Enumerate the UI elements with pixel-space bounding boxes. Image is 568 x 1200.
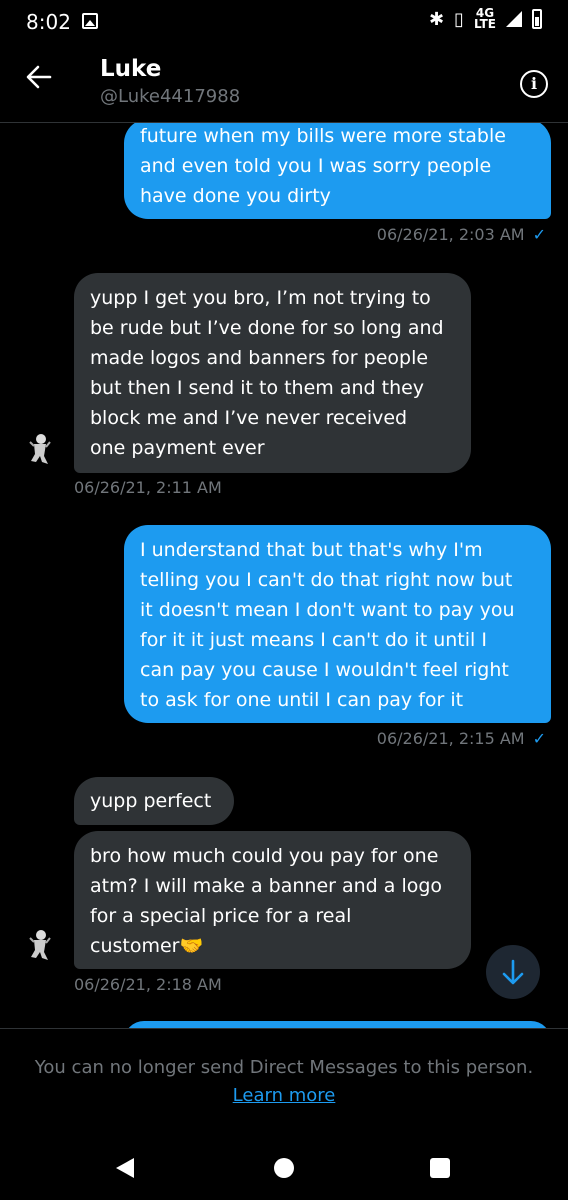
message-line: it doesn't mean I don't want to pay you [140, 599, 515, 621]
avatar[interactable] [20, 428, 60, 468]
system-icons: ✱ ▯ 4G LTE [428, 7, 542, 31]
dm-disabled-footer: You can no longer send Direct Messages t… [0, 1028, 568, 1129]
message-bubble-incoming[interactable]: yupp perfect [74, 777, 234, 825]
message-line: yupp I get you bro, I’m not trying to [90, 287, 431, 309]
message-line: and even told you I was sorry people [140, 155, 492, 177]
back-arrow-icon[interactable] [26, 64, 52, 90]
message-line: can pay you cause I wouldn't feel right [140, 659, 509, 681]
message-line: for a special price for a real [90, 905, 352, 927]
message-timestamp: 06/26/21, 2:03 AM ✓ [377, 225, 546, 244]
gallery-notification-icon [82, 13, 98, 29]
contact-handle[interactable]: @Luke4417988 [100, 86, 240, 107]
message-timestamp: 06/26/21, 2:11 AM [74, 478, 222, 497]
read-check-icon: ✓ [532, 729, 546, 748]
nav-recents-icon[interactable] [430, 1158, 450, 1178]
message-thread[interactable]: future when my bills were more stable an… [0, 123, 568, 1028]
message-line: telling you I can't do that right now bu… [140, 569, 513, 591]
message-line: I understand that but that's why I'm [140, 539, 483, 561]
message-line: bro how much could you pay for one [90, 845, 439, 867]
battery-icon [532, 9, 542, 29]
timestamp-text: 06/26/21, 2:03 AM [376, 225, 525, 244]
learn-more-link[interactable]: Learn more [0, 1085, 568, 1106]
contact-name[interactable]: Luke [100, 56, 161, 82]
message-line: future when my bills were more stable [140, 125, 506, 147]
message-line: but then I send it to them and they [90, 377, 425, 399]
message-bubble-outgoing[interactable]: future when my bills were more stable an… [124, 123, 551, 219]
message-line: atm? I will make a banner and a logo [90, 875, 443, 897]
message-timestamp: 06/26/21, 2:15 AM ✓ [377, 729, 546, 748]
nav-home-icon[interactable] [274, 1158, 294, 1178]
message-timestamp: 06/26/21, 2:18 AM [74, 975, 222, 994]
timestamp-text: 06/26/21, 2:15 AM [376, 729, 525, 748]
message-line: have done you dirty [140, 185, 331, 207]
nav-back-icon[interactable] [116, 1158, 134, 1178]
network-type: 4G LTE [473, 7, 496, 31]
message-bubble-outgoing-partial[interactable] [124, 1021, 551, 1028]
status-bar: 8:02 ✱ ▯ 4G LTE [0, 0, 568, 44]
vibrate-icon: ▯ [454, 8, 464, 30]
info-icon[interactable]: i [520, 70, 548, 98]
message-line: one payment ever [90, 437, 265, 459]
arrow-down-icon [502, 959, 524, 985]
read-check-icon: ✓ [532, 225, 546, 244]
bluetooth-icon: ✱ [428, 8, 445, 30]
message-line: yupp perfect [90, 790, 212, 812]
message-line: be rude but I’ve done for so long and [90, 317, 444, 339]
status-time: 8:02 [26, 10, 71, 34]
signal-icon [506, 11, 522, 27]
message-line: for it it just means I can't do it until… [140, 629, 487, 651]
scroll-to-bottom-button[interactable] [486, 945, 540, 999]
message-bubble-outgoing[interactable]: I understand that but that's why I'm tel… [124, 525, 551, 723]
network-sub-label: LTE [473, 17, 496, 31]
dm-disabled-message: You can no longer send Direct Messages t… [34, 1057, 534, 1078]
message-line: to ask for one until I can pay for it [140, 689, 464, 711]
system-navigation-bar [0, 1128, 568, 1200]
message-bubble-incoming[interactable]: bro how much could you pay for one atm? … [74, 831, 471, 969]
message-line: made logos and banners for people [90, 347, 429, 369]
message-line: block me and I’ve never received [90, 407, 408, 429]
message-line: customer🤝 [90, 935, 204, 957]
conversation-header: Luke @Luke4417988 i [0, 44, 568, 123]
avatar[interactable] [20, 924, 60, 964]
message-bubble-incoming[interactable]: yupp I get you bro, I’m not trying to be… [74, 273, 471, 473]
